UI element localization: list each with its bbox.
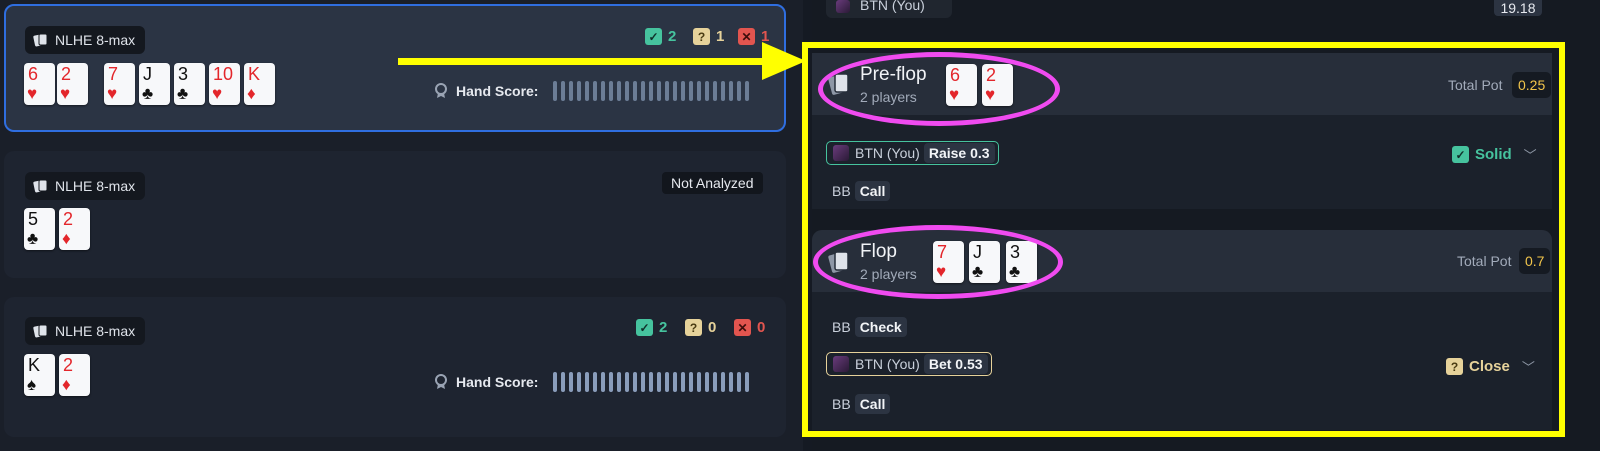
medal-icon (435, 83, 447, 98)
cards-icon (33, 33, 48, 47)
format-label: NLHE 8-max (55, 178, 136, 194)
format-tag: NLHE 8-max (25, 26, 146, 54)
status-badge: Not Analyzed (662, 172, 763, 194)
hole-card: 6 ♥ (24, 63, 55, 105)
question-icon: ? (685, 319, 702, 336)
hole-card: 5 ♣ (24, 208, 55, 250)
avatar (836, 0, 850, 13)
board-card: 10 ♥ (209, 63, 240, 105)
hand-score-label: Hand Score: (434, 374, 538, 390)
cross-icon: ✕ (734, 319, 751, 336)
question-count: ? 0 (685, 319, 716, 336)
hand-item[interactable] (4, 151, 786, 278)
hand-score-bar (553, 372, 749, 392)
hole-card: 2 ♥ (57, 63, 88, 105)
highlight-ellipse (813, 225, 1063, 299)
format-label: NLHE 8-max (55, 32, 136, 48)
check-icon: ✓ (636, 319, 653, 336)
board-card: 3 ♣ (174, 63, 205, 105)
top-player-label: BTN (You) (860, 0, 925, 13)
stack-amount: 19.18 (1494, 0, 1542, 16)
hand-score-bar (553, 81, 749, 101)
cards-icon (33, 324, 48, 338)
hole-card: 2 ♦ (59, 208, 90, 250)
hole-card: 2 ♦ (59, 354, 90, 396)
cards-icon (33, 179, 48, 193)
board-card: J ♣ (139, 63, 170, 105)
medal-icon (435, 374, 447, 389)
hole-card: K ♠ (24, 354, 55, 396)
board-card: 7 ♥ (104, 63, 135, 105)
board-card: K ♦ (244, 63, 275, 105)
format-tag: NLHE 8-max (25, 317, 146, 345)
highlight-ellipse (818, 52, 1060, 126)
good-count: ✓ 2 (636, 319, 667, 336)
format-tag: NLHE 8-max (25, 172, 146, 200)
arrow-icon (398, 42, 806, 80)
mistake-count: ✕ 0 (734, 319, 765, 336)
hand-score-label: Hand Score: (434, 83, 538, 99)
format-label: NLHE 8-max (55, 323, 136, 339)
